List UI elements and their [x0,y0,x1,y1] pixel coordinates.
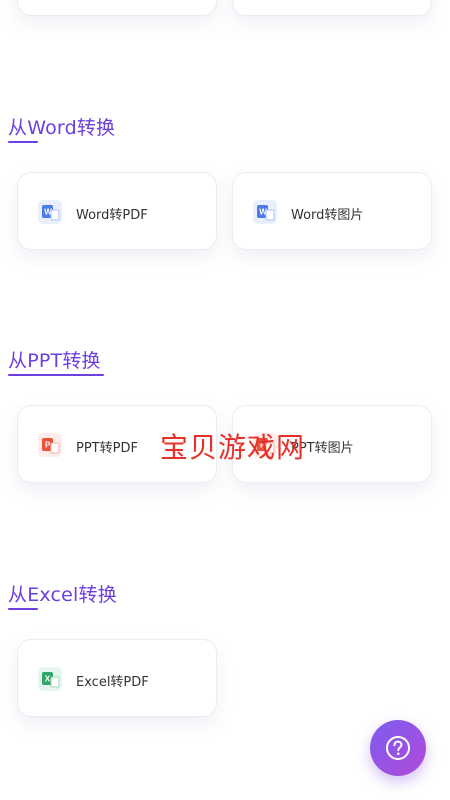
excel-to-pdf-card[interactable]: X Excel转PDF [17,639,217,717]
word-to-image-label: Word转图片 [291,208,364,223]
help-button[interactable] [370,720,426,776]
conversion-card-partial[interactable] [232,0,432,16]
section-title-word: 从Word转换 [8,117,116,139]
word-to-image-icon: W [253,200,277,224]
ppt-to-pdf-icon: P [38,433,62,457]
svg-text:X: X [45,675,51,684]
word-to-pdf-label: Word转PDF [76,208,148,223]
word-to-image-card[interactable]: W Word转图片 [232,172,432,250]
excel-to-pdf-label: Excel转PDF [76,675,149,690]
section-title-ppt: 从PPT转换 [8,350,101,372]
svg-text:P: P [45,441,51,450]
word-to-pdf-card[interactable]: W Word转PDF [17,172,217,250]
conversion-card-partial[interactable] [17,0,217,16]
section-underline [8,141,38,143]
word-to-pdf-icon: W [38,200,62,224]
section-underline [8,374,104,376]
section-title-excel: 从Excel转换 [8,584,117,606]
excel-to-pdf-icon: X [38,667,62,691]
section-underline [8,608,38,610]
question-mark-icon [386,736,410,760]
watermark-text: 宝贝游戏网 [160,431,306,464]
ppt-to-pdf-label: PPT转PDF [76,441,138,456]
